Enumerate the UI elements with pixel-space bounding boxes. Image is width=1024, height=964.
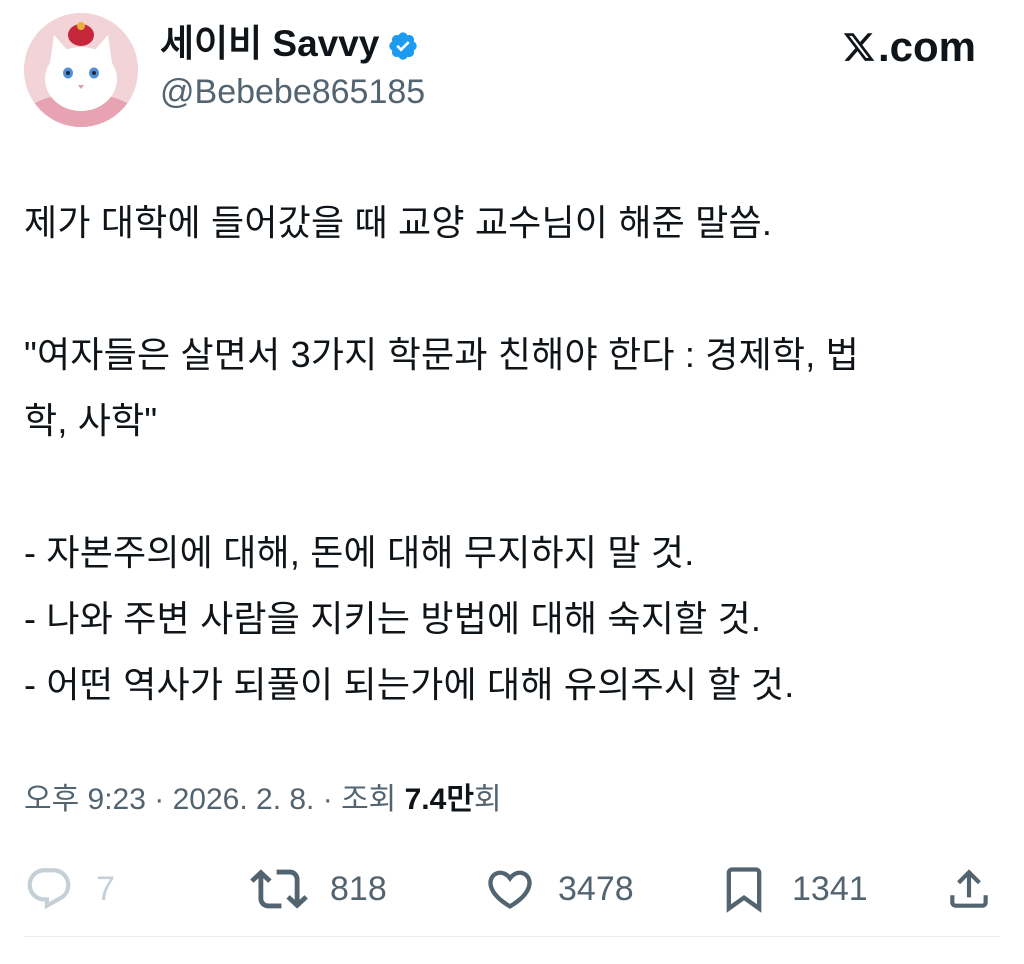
meta-separator: · (314, 783, 342, 816)
tweet-line: - 자본주의에 대해, 돈에 대해 무지하지 말 것. (24, 532, 695, 573)
brand-label: .com (877, 23, 976, 70)
display-name[interactable]: 세이비 Savvy (160, 22, 419, 66)
bookmark-button[interactable]: 1341 (718, 862, 868, 916)
tweet-line: - 어떤 역사가 되풀이 되는가에 대해 유의주시 할 것. (24, 664, 795, 705)
tweet-line: "여자들은 살면서 3가지 학문과 친해야 한다 : 경제학, 법 (24, 334, 859, 375)
tweet-line: - 나와 주변 사람을 지키는 방법에 대해 숙지할 것. (24, 598, 762, 639)
reply-count: 7 (96, 869, 115, 908)
display-name-text: 세이비 Savvy (160, 23, 380, 64)
like-button[interactable]: 3478 (484, 862, 634, 916)
retweet-button[interactable]: 818 (250, 862, 387, 916)
tweet-text: 제가 대학에 들어갔을 때 교양 교수님이 해준 말씀. "여자들은 살면서 3… (24, 190, 999, 718)
views-label: 조회 (341, 783, 405, 816)
bookmark-icon (726, 867, 762, 913)
tweet-line: 제가 대학에 들어갔을 때 교양 교수님이 해준 말씀. (24, 202, 773, 243)
tweet-meta: 오후 9:23 · 2026. 2. 8. · 조회 7.4만회 (24, 772, 502, 828)
brand-logo: .com (842, 22, 976, 72)
divider (24, 936, 1000, 937)
retweet-count: 818 (330, 869, 387, 908)
verified-badge-icon (387, 28, 419, 60)
share-icon (950, 869, 988, 908)
heart-icon (488, 870, 532, 909)
avatar[interactable] (24, 13, 138, 127)
meta-separator: · (145, 783, 173, 816)
cat-avatar-icon (24, 13, 138, 127)
reply-icon (27, 868, 71, 910)
action-bar: 7 818 3478 1341 (0, 852, 1024, 926)
like-count: 3478 (558, 869, 634, 908)
bookmark-count: 1341 (792, 869, 868, 908)
retweet-icon (250, 869, 308, 909)
x-logo-icon (843, 33, 875, 61)
views-count[interactable]: 7.4만 (405, 783, 474, 816)
user-handle[interactable]: @Bebebe865185 (160, 70, 425, 114)
tweet-date[interactable]: 2026. 2. 8. (173, 783, 315, 816)
tweet-time[interactable]: 오후 9:23 (24, 783, 146, 816)
reply-button[interactable]: 7 (24, 862, 115, 916)
tweet-line: 학, 사학" (24, 400, 158, 441)
views-suffix: 회 (473, 783, 502, 816)
share-button[interactable] (944, 862, 994, 916)
